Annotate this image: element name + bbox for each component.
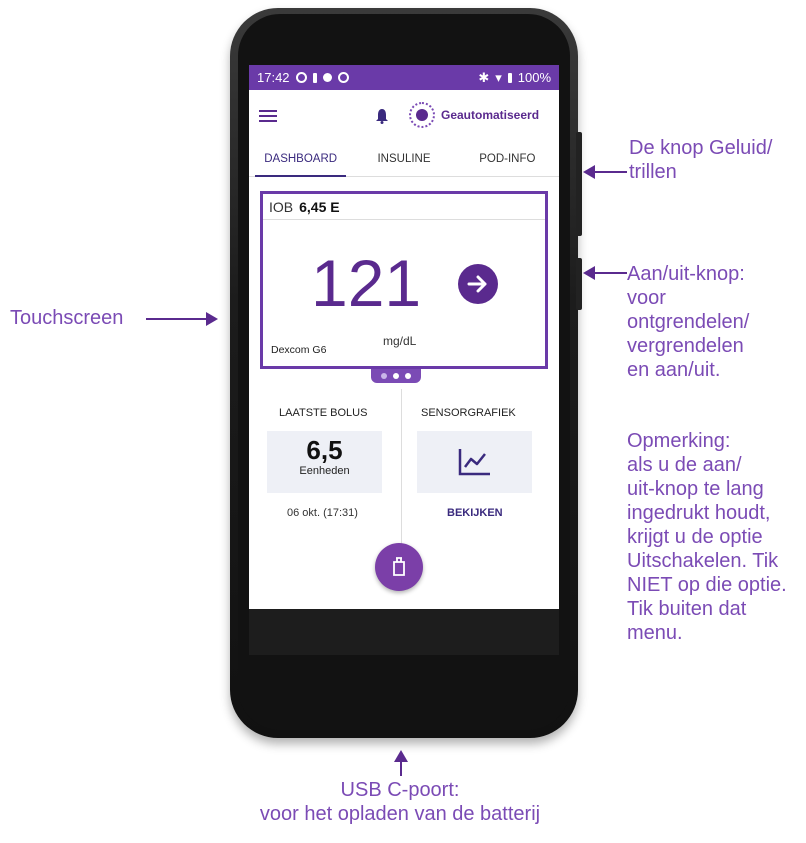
glucose-unit: mg/dL: [383, 334, 417, 348]
battery-level: 100%: [517, 70, 551, 85]
callout-line: en aan/uit.: [627, 359, 721, 381]
iob-value: 6,45 E: [299, 198, 340, 215]
app-bar: Geautomatiseerd: [249, 90, 559, 142]
callout-line: als u de aan/: [627, 454, 742, 476]
callout-line: voor: [627, 287, 666, 309]
callout-line: menu.: [627, 622, 683, 644]
battery-icon: [507, 72, 512, 83]
tab-bar: DASHBOARD INSULINE POD-INFO: [249, 142, 559, 177]
wifi-icon: ▾: [495, 69, 502, 85]
power-button-arrow: [583, 266, 627, 280]
last-bolus-unit: Eenheden: [299, 465, 350, 477]
last-bolus-date: 06 okt. (17:31): [287, 507, 358, 519]
callout-line: De knop Geluid/: [629, 137, 773, 159]
view-graph-link[interactable]: BEKIJKEN: [447, 507, 503, 519]
bell-icon[interactable]: [375, 108, 389, 124]
bolus-button[interactable]: [375, 543, 423, 591]
tab-dashboard[interactable]: DASHBOARD: [249, 142, 352, 177]
iob-row: IOB 6,45 E: [263, 194, 545, 220]
status-bar: 17:42 ✱ ▾ 100%: [249, 65, 559, 90]
sensor-name: Dexcom G6: [271, 344, 327, 356]
callout-line: Uitschakelen. Tik: [627, 550, 779, 572]
automation-mode[interactable]: Geautomatiseerd: [409, 102, 539, 128]
location-icon: [337, 72, 349, 83]
last-bolus-title: LAATSTE BOLUS: [279, 407, 368, 419]
sound-vibrate-button[interactable]: [576, 132, 582, 236]
status-time: 17:42: [257, 70, 290, 85]
glucose-value: 121: [311, 246, 422, 320]
power-button[interactable]: [576, 258, 582, 310]
touchscreen-arrow: [146, 312, 218, 326]
touchscreen-callout: Touchscreen: [10, 307, 124, 329]
bluetooth-icon: ✱: [478, 69, 490, 85]
sound-button-arrow: [583, 165, 627, 179]
iob-label: IOB: [269, 198, 294, 215]
bolus-icon: [393, 557, 405, 576]
graph-icon: [458, 449, 490, 476]
callout-line: trillen: [629, 161, 677, 183]
usb-arrow: [394, 750, 408, 776]
callout-line: ingedrukt houdt,: [627, 502, 771, 524]
sensor-graph-title: SENSORGRAFIEK: [421, 407, 516, 419]
callout-line: voor het opladen van de batterij: [259, 803, 541, 825]
mode-label: Geautomatiseerd: [441, 108, 540, 122]
callout-line: NIET op die optie.: [627, 574, 787, 596]
last-bolus-box: 6,5 Eenheden: [267, 431, 382, 493]
glucose-card[interactable]: IOB 6,45 E 121 mg/dL Dexcom G6: [260, 191, 548, 369]
tab-insuline[interactable]: INSULINE: [352, 142, 455, 176]
trend-arrow-icon: [458, 264, 498, 304]
sound-button-callout: De knop Geluid/ trillen: [629, 136, 772, 184]
note-callout: Opmerking: als u de aan/ uit-knop te lan…: [627, 429, 787, 645]
dashboard-lower: LAATSTE BOLUS 6,5 Eenheden 06 okt. (17:3…: [249, 381, 559, 609]
callout-line: Opmerking:: [627, 430, 731, 452]
record-icon: [322, 73, 332, 82]
tab-pod-info[interactable]: POD-INFO: [456, 142, 559, 176]
sensor-graph-box[interactable]: [417, 431, 532, 493]
power-button-callout: Aan/uit-knop: voor ontgrendelen/ vergren…: [627, 262, 749, 382]
phone-chin: [249, 609, 559, 655]
automated-mode-icon: [409, 102, 435, 128]
callout-line: Tik buiten dat: [627, 598, 747, 620]
menu-icon[interactable]: [259, 110, 277, 122]
touchscreen[interactable]: 17:42 ✱ ▾ 100% Geautomatiseerd DASHBOARD…: [249, 65, 559, 609]
pod-icon: [312, 72, 317, 83]
callout-line: uit-knop te lang: [627, 478, 764, 500]
sync-icon: [295, 72, 307, 83]
callout-line: USB C-poort:: [340, 779, 460, 801]
callout-line: Aan/uit-knop:: [627, 263, 745, 285]
callout-line: krijgt u de optie: [627, 526, 763, 548]
usb-callout: USB C-poort: voor het opladen van de bat…: [180, 778, 620, 826]
callout-line: vergrendelen: [627, 335, 744, 357]
column-divider: [401, 389, 402, 549]
last-bolus-value: 6,5: [306, 435, 343, 465]
callout-line: ontgrendelen/: [627, 311, 750, 333]
